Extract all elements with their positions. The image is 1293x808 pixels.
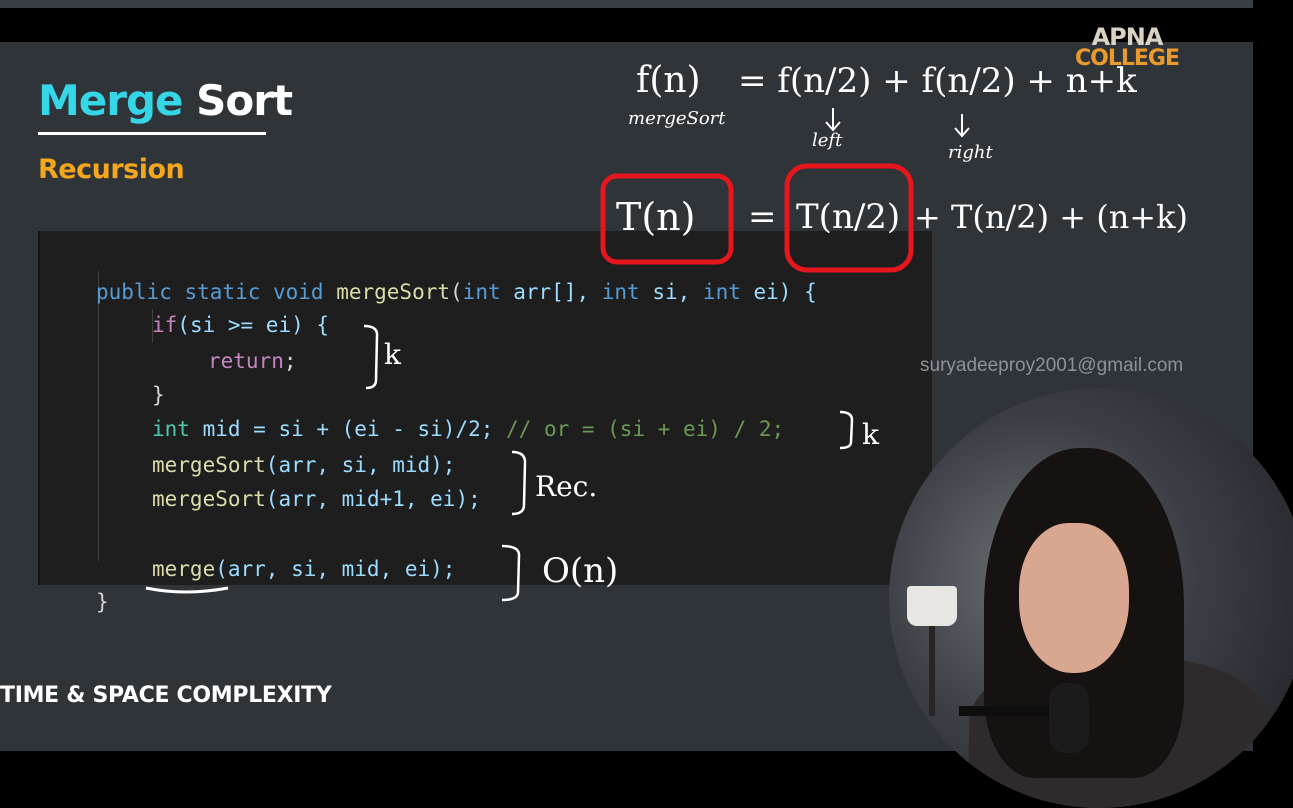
watermark-email: suryadeeproy2001@gmail.com: [920, 355, 1184, 376]
lamp-shade: [907, 586, 957, 626]
code-token: (: [450, 280, 463, 304]
webcam-overlay: [889, 388, 1293, 808]
code-token: merge: [152, 557, 216, 581]
code-line-7: mergeSort(arr, mid+1, ei);: [152, 486, 481, 512]
code-line-8: merge(arr, si, mid, ei);: [152, 556, 455, 582]
code-token: arr[],: [500, 280, 602, 304]
code-token: (arr, mid+1, ei);: [265, 487, 481, 511]
code-token: ;: [283, 349, 297, 373]
code-line-6: mergeSort(arr, si, mid);: [152, 452, 455, 478]
code-token: int: [462, 280, 501, 304]
indent-guide: [98, 271, 99, 561]
code-token: si,: [639, 280, 703, 304]
slide-subtitle: Recursion: [38, 154, 185, 185]
code-token: }: [152, 383, 165, 407]
code-token: (si >= ei) {: [177, 313, 330, 337]
code-token: mid = si + (ei - si)/2;: [189, 417, 507, 441]
presenter-face: [1019, 523, 1129, 673]
mic-arm: [959, 706, 1059, 716]
code-token: mergeSort: [152, 453, 266, 477]
code-line-9: }: [96, 589, 109, 615]
microphone-icon: [1049, 683, 1089, 753]
code-comment: // or = (si + ei) / 2;: [506, 417, 785, 441]
slide-title: Merge Sort: [38, 80, 293, 122]
top-bar: [0, 0, 1253, 8]
code-token: int: [702, 280, 741, 304]
code-token: int: [152, 417, 190, 441]
code-line-3: return;: [208, 348, 297, 374]
code-token: mergeSort: [336, 280, 451, 304]
code-token: mergeSort: [152, 487, 266, 511]
code-line-4: }: [152, 382, 165, 408]
slide-title-word2: Sort: [196, 76, 293, 125]
code-token: if: [152, 313, 178, 337]
code-panel: public static void mergeSort(int arr[], …: [38, 231, 932, 614]
code-line-2: if(si >= ei) {: [152, 312, 329, 338]
code-token: (arr, si, mid);: [265, 453, 456, 477]
footer-section-label: TIME & SPACE COMPLEXITY: [0, 683, 332, 708]
logo-line2: COLLEGE: [1075, 45, 1180, 71]
code-token: ei) {: [740, 280, 817, 304]
lamp-stand: [929, 626, 935, 716]
apna-college-logo: APNA COLLEGE: [1075, 25, 1180, 71]
code-token: }: [96, 590, 109, 614]
code-line-1: public static void mergeSort(int arr[], …: [96, 279, 817, 305]
code-token: return: [208, 349, 284, 373]
code-token: int: [601, 280, 640, 304]
title-underline: [38, 132, 266, 135]
code-line-5: int mid = si + (ei - si)/2; // or = (si …: [152, 416, 784, 442]
slide-title-word1: Merge: [38, 76, 184, 125]
code-token: (arr, si, mid, ei);: [215, 557, 456, 581]
code-token: public static void: [96, 280, 337, 304]
